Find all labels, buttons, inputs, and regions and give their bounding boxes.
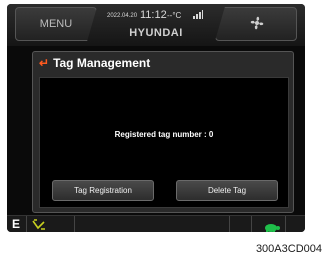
temperature-display: --°C bbox=[167, 11, 182, 20]
fan-icon bbox=[250, 16, 264, 30]
divider bbox=[229, 216, 230, 232]
divider bbox=[285, 216, 286, 232]
signal-icon bbox=[193, 10, 203, 22]
brand-label: HYUNDAI bbox=[129, 27, 183, 39]
display-screen: MENU 2022.04.20 11:12 --°C HYUNDAI ↵ Tag… bbox=[7, 4, 305, 232]
registered-tag-count: Registered tag number : 0 bbox=[114, 130, 214, 139]
bottom-bar: E bbox=[7, 215, 305, 232]
tag-management-dialog: ↵ Tag Management Registered tag number : … bbox=[32, 51, 294, 213]
date-display: 2022.04.20 bbox=[107, 13, 138, 19]
figure-caption: 300A3CD004 bbox=[255, 243, 322, 255]
dialog-title-text: Tag Management bbox=[53, 56, 151, 70]
work-mode-icon bbox=[32, 218, 46, 232]
time-display: 11:12 bbox=[140, 9, 167, 21]
divider bbox=[26, 216, 27, 232]
top-bar: MENU 2022.04.20 11:12 --°C HYUNDAI bbox=[7, 4, 305, 46]
fan-button[interactable] bbox=[215, 7, 297, 41]
tag-registration-button[interactable]: Tag Registration bbox=[52, 180, 154, 201]
menu-button[interactable]: MENU bbox=[15, 7, 97, 41]
divider bbox=[251, 216, 252, 232]
dialog-body: Registered tag number : 0 Tag Registrati… bbox=[39, 77, 289, 208]
dialog-title: ↵ Tag Management bbox=[39, 56, 150, 74]
delete-tag-button[interactable]: Delete Tag bbox=[176, 180, 278, 201]
divider bbox=[74, 216, 75, 232]
turtle-icon bbox=[264, 219, 280, 232]
status-line: 2022.04.20 11:12 --°C bbox=[107, 9, 207, 23]
mode-indicator: E bbox=[12, 217, 21, 231]
return-arrow-icon[interactable]: ↵ bbox=[39, 56, 49, 70]
